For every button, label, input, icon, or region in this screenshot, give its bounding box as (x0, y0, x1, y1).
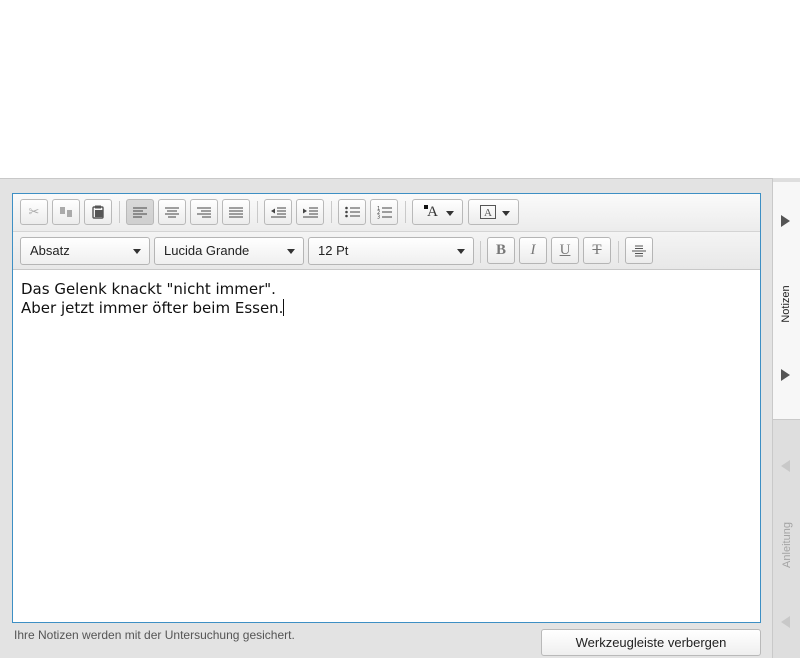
numbered-list-button[interactable]: 123 (370, 199, 398, 225)
guide-tab-label: Anleitung (781, 522, 793, 568)
toolbar-separator (480, 241, 481, 263)
cut-button[interactable]: ✂ (20, 199, 48, 225)
expand-right-icon[interactable] (781, 215, 790, 227)
side-tab-bar: Notizen Anleitung (772, 178, 800, 658)
bullet-list-icon (344, 206, 360, 218)
toolbar-separator (331, 201, 332, 223)
bold-button[interactable]: B (487, 237, 515, 264)
notes-tab-label: Notizen (780, 285, 792, 323)
numbered-list-icon: 123 (377, 206, 392, 219)
horizontal-rule-icon (632, 245, 646, 256)
font-size-select[interactable]: 12 Pt (308, 237, 474, 265)
chevron-down-icon (502, 211, 510, 216)
chevron-down-icon (457, 249, 465, 254)
toolbar-separator (257, 201, 258, 223)
text-caret (283, 299, 285, 316)
align-justify-button[interactable] (222, 199, 250, 225)
save-notice: Ihre Notizen werden mit der Untersuchung… (14, 628, 295, 642)
horizontal-rule-button[interactable] (625, 237, 653, 264)
collapse-left-icon[interactable] (781, 460, 790, 472)
expand-right-icon[interactable] (781, 369, 790, 381)
chevron-down-icon (446, 211, 454, 216)
outdent-button[interactable] (264, 199, 292, 225)
content-line-with-caret: Aber jetzt immer öfter beim Essen. (21, 299, 285, 317)
align-right-icon (197, 207, 211, 217)
strikethrough-button[interactable]: T (583, 237, 611, 264)
toolbar-separator (405, 201, 406, 223)
background-color-icon: A (479, 205, 496, 219)
align-left-icon (133, 207, 147, 217)
hide-toolbar-button[interactable]: Werkzeugleiste verbergen (541, 629, 761, 656)
font-family-select[interactable]: Lucida Grande (154, 237, 304, 265)
svg-text:A: A (484, 207, 492, 219)
paste-button[interactable] (84, 199, 112, 225)
font-family-value: Lucida Grande (164, 243, 250, 258)
align-center-button[interactable] (158, 199, 186, 225)
toolbar-separator (618, 241, 619, 263)
align-center-icon (165, 207, 179, 217)
text-color-button[interactable]: A (412, 199, 463, 225)
align-left-button[interactable] (126, 199, 154, 225)
copy-icon (60, 207, 72, 217)
editor-toolbar-format: Absatz Lucida Grande 12 Pt B I U T (13, 232, 760, 270)
background-color-button[interactable]: A (468, 199, 519, 225)
text-color-icon: A (424, 204, 438, 221)
content-line: Das Gelenk knackt "nicht immer". (21, 280, 276, 298)
paragraph-style-value: Absatz (30, 243, 70, 258)
cut-icon: ✂ (28, 204, 40, 219)
toolbar-separator (119, 201, 120, 223)
chevron-down-icon (133, 249, 141, 254)
notes-panel: ✂ 1 2 3 A A Absatz Lucida Grande 12 Pt B… (0, 178, 772, 658)
align-justify-icon (229, 207, 243, 217)
copy-button[interactable] (52, 199, 80, 225)
editor-content[interactable]: Das Gelenk knackt "nicht immer". Aber je… (21, 280, 285, 318)
indent-icon (302, 207, 318, 217)
collapse-left-icon[interactable] (781, 616, 790, 628)
chevron-down-icon (287, 249, 295, 254)
align-right-button[interactable] (190, 199, 218, 225)
paste-icon (92, 205, 104, 219)
editor-toolbar-primary: ✂ 1 2 3 A A (13, 194, 760, 232)
bullet-list-button[interactable] (338, 199, 366, 225)
svg-text:3: 3 (377, 214, 380, 219)
rich-text-editor[interactable]: ✂ 1 2 3 A A Absatz Lucida Grande 12 Pt B… (12, 193, 761, 623)
underline-button[interactable]: U (551, 237, 579, 264)
italic-button[interactable]: I (519, 237, 547, 264)
indent-button[interactable] (296, 199, 324, 225)
font-size-value: 12 Pt (318, 243, 349, 258)
outdent-icon (270, 207, 286, 217)
notes-tab[interactable]: Notizen (773, 182, 800, 420)
paragraph-style-select[interactable]: Absatz (20, 237, 150, 265)
